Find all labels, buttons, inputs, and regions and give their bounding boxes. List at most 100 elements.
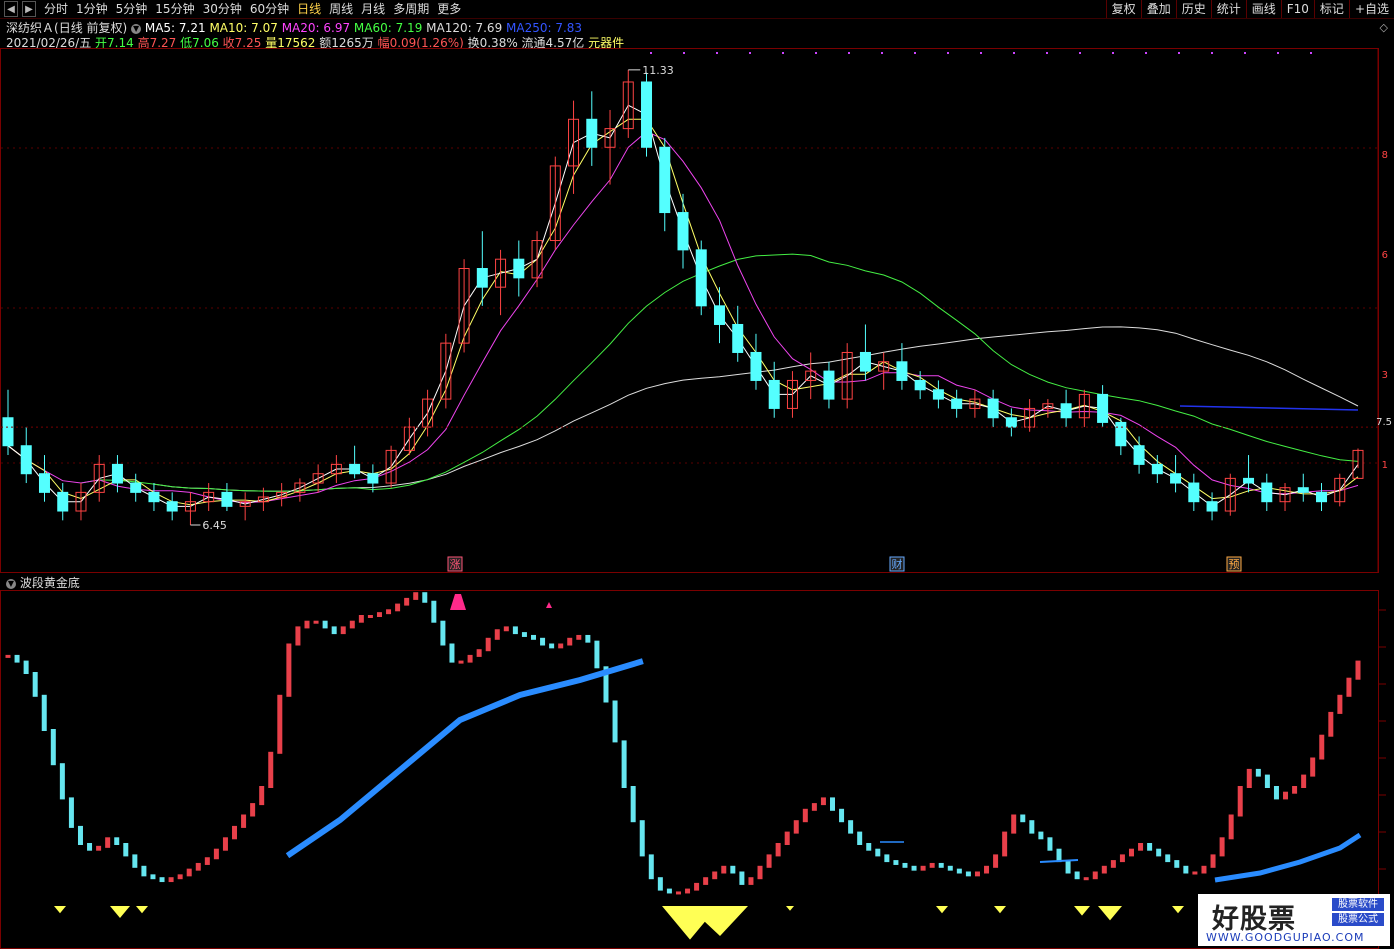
high-price-label: 11.33 [642,64,674,77]
tab-period-10[interactable]: 更多 [437,0,461,18]
indicator-bar [349,620,355,629]
signal-dot [1178,52,1180,54]
indicator-bar [857,831,863,845]
indicator-bar [1310,757,1316,777]
chevron-down-icon[interactable]: ▼ [6,578,16,589]
candle-body [677,212,689,251]
axis-tick-label: 3 [1382,370,1388,381]
signal-dot [815,52,817,54]
toolbar-button-0[interactable]: 复权 [1105,0,1141,18]
nav-forward-icon[interactable]: ▶ [22,1,36,17]
candle-body [859,351,871,372]
indicator-bar [232,825,238,840]
main-panel-border [0,48,1379,573]
signal-dot [1211,52,1213,54]
nav-back-icon[interactable]: ◀ [4,1,18,17]
current-price-tag: 7.5 [1376,417,1392,428]
indicator-bar [1174,860,1180,868]
signal-dot [1277,52,1279,54]
indicator-bar [150,874,156,880]
indicator-bar [404,597,410,606]
candle-body [1097,393,1109,423]
indicator-bar [802,808,808,823]
tab-period-3[interactable]: 15分钟 [155,0,194,18]
toolbar-button-5[interactable]: F10 [1280,0,1314,18]
indicator-bar [68,797,74,828]
candle-body [166,501,178,512]
candle-body [476,268,488,288]
indicator-bar [1183,865,1189,874]
indicator-bar [413,592,419,600]
bottom-signal-marker [1074,906,1090,916]
toolbar-button-4[interactable]: 画线 [1245,0,1281,18]
indicator-bar [159,877,165,883]
toolbar-button-3[interactable]: 统计 [1210,0,1246,18]
indicator-bar [875,848,881,857]
indicator-bar [277,694,283,754]
tab-period-6[interactable]: 日线 [297,0,321,18]
diamond-icon[interactable]: ◇ [1380,21,1388,34]
candle-body [38,473,50,493]
signal-dot [683,52,685,54]
candle-body [221,491,233,507]
indicator-bar [576,634,582,640]
ma-legend-item: MA120: 7.69 [426,21,507,35]
sub-panel-border [0,590,1379,949]
tab-period-2[interactable]: 5分钟 [116,0,148,18]
indicator-bar [911,865,917,871]
toolbar-button-2[interactable]: 历史 [1175,0,1211,18]
indicator-bar [222,837,228,851]
candle-body [750,351,762,381]
watermark-url: WWW.GOODGUPIAO.COM [1206,931,1365,944]
indicator-bar [549,643,555,649]
indicator-bar [1002,831,1008,857]
indicator-bar [386,609,392,615]
indicator-bar [938,862,944,868]
bottom-signal-marker [994,906,1006,914]
tab-period-1[interactable]: 1分钟 [76,0,108,18]
indicator-bar [993,854,999,868]
indicator-bar [1029,820,1035,834]
toolbar-button-6[interactable]: 标记 [1313,0,1349,18]
indicator-bar [929,862,935,868]
indicator-bar [1210,854,1216,868]
tab-period-4[interactable]: 30分钟 [203,0,242,18]
indicator-chart[interactable] [0,590,1394,949]
indicator-bar [1038,831,1044,840]
indicator-bar [87,843,93,851]
indicator-bar [1255,768,1261,777]
indicator-bar [485,637,491,652]
indicator-bar [675,891,681,895]
indicator-bar [666,888,672,894]
indicator-bar [784,831,790,845]
event-marker-label[interactable]: 预 [1229,558,1240,571]
indicator-bar [712,871,718,880]
tab-period-9[interactable]: 多周期 [393,0,429,18]
chevron-down-icon[interactable]: ▼ [131,23,142,34]
toolbar-button-7[interactable]: +自选 [1348,0,1394,18]
indicator-bar [449,643,455,663]
candle-body [932,389,944,400]
candle-body [1188,482,1200,503]
tab-period-8[interactable]: 月线 [361,0,385,18]
toolbar-button-1[interactable]: 叠加 [1140,0,1176,18]
indicator-bar [1074,871,1080,880]
tab-period-5[interactable]: 60分钟 [250,0,289,18]
ma-legend-item: MA250: 7.83 [506,21,583,35]
tab-period-7[interactable]: 周线 [329,0,353,18]
indicator-bar [1283,791,1289,800]
stock-name: 深纺织Ａ [6,21,55,35]
event-marker-label[interactable]: 财 [892,557,903,571]
indicator-bar [141,865,147,877]
ma-legend-item: MA5: 7.21 [144,21,210,35]
trend-line-1 [285,658,644,859]
ma-legend-item: MA60: 7.19 [353,21,427,35]
indicator-bar [1292,786,1298,794]
bottom-signal-marker [1172,906,1184,914]
candlestick-chart[interactable]: 8 6 3 1 11.33 6.45 7.5 涨 财 预 [0,48,1394,573]
candle-body [768,379,780,409]
indicator-bar [1011,814,1017,834]
indicator-bar [59,763,65,800]
event-marker-label[interactable]: 涨 [450,558,461,571]
tab-period-0[interactable]: 分时 [44,0,68,18]
